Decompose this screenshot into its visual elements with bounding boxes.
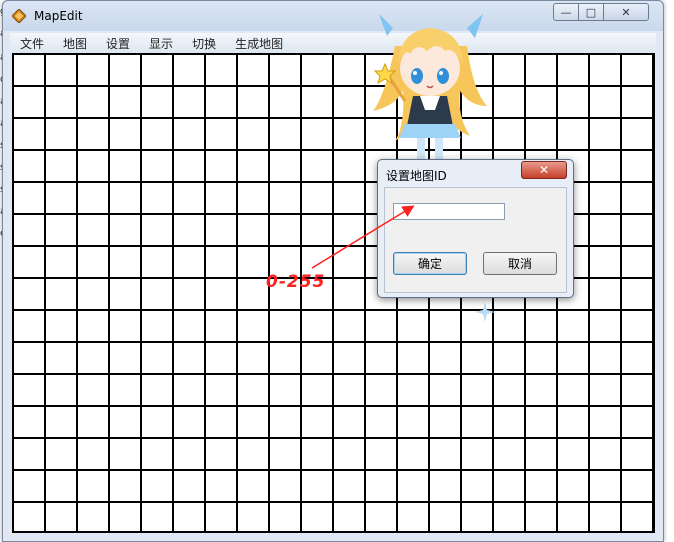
dialog-close-button[interactable]: ✕: [521, 161, 567, 179]
minimize-button[interactable]: —: [553, 3, 579, 21]
close-icon: ✕: [538, 163, 550, 177]
minimize-icon: —: [560, 5, 572, 19]
dialog-title: 设置地图ID: [386, 169, 447, 183]
ok-button-label: 确定: [417, 257, 442, 271]
set-map-id-dialog: 设置地图ID ✕ 确定 取消: [377, 159, 574, 298]
menu-settings[interactable]: 设置: [96, 35, 139, 52]
menu-bar: 文件 地图 设置 显示 切换 生成地图: [10, 33, 656, 53]
close-button[interactable]: ✕: [603, 3, 649, 21]
window-title: MapEdit: [34, 9, 83, 23]
dialog-body: 确定 取消: [384, 187, 567, 293]
cancel-button[interactable]: 取消: [483, 252, 557, 275]
menu-view[interactable]: 显示: [139, 35, 182, 52]
maximize-button[interactable]: □: [578, 3, 604, 21]
menu-switch[interactable]: 切换: [182, 35, 225, 52]
mapedit-app-icon: [12, 9, 26, 23]
sparkle-icon: [475, 302, 495, 322]
cancel-button-label: 取消: [507, 257, 532, 271]
menu-map[interactable]: 地图: [53, 35, 96, 52]
menu-generate-map[interactable]: 生成地图: [225, 35, 292, 52]
close-icon: ✕: [621, 5, 631, 19]
title-bar[interactable]: MapEdit — □ ✕: [3, 1, 663, 31]
annotation-range-label: 0-255: [266, 272, 326, 292]
anime-girl-mascot: [373, 14, 487, 162]
ok-button[interactable]: 确定: [393, 252, 467, 275]
maximize-icon: □: [585, 5, 597, 19]
menu-file[interactable]: 文件: [10, 35, 53, 52]
map-id-input[interactable]: [393, 203, 505, 220]
